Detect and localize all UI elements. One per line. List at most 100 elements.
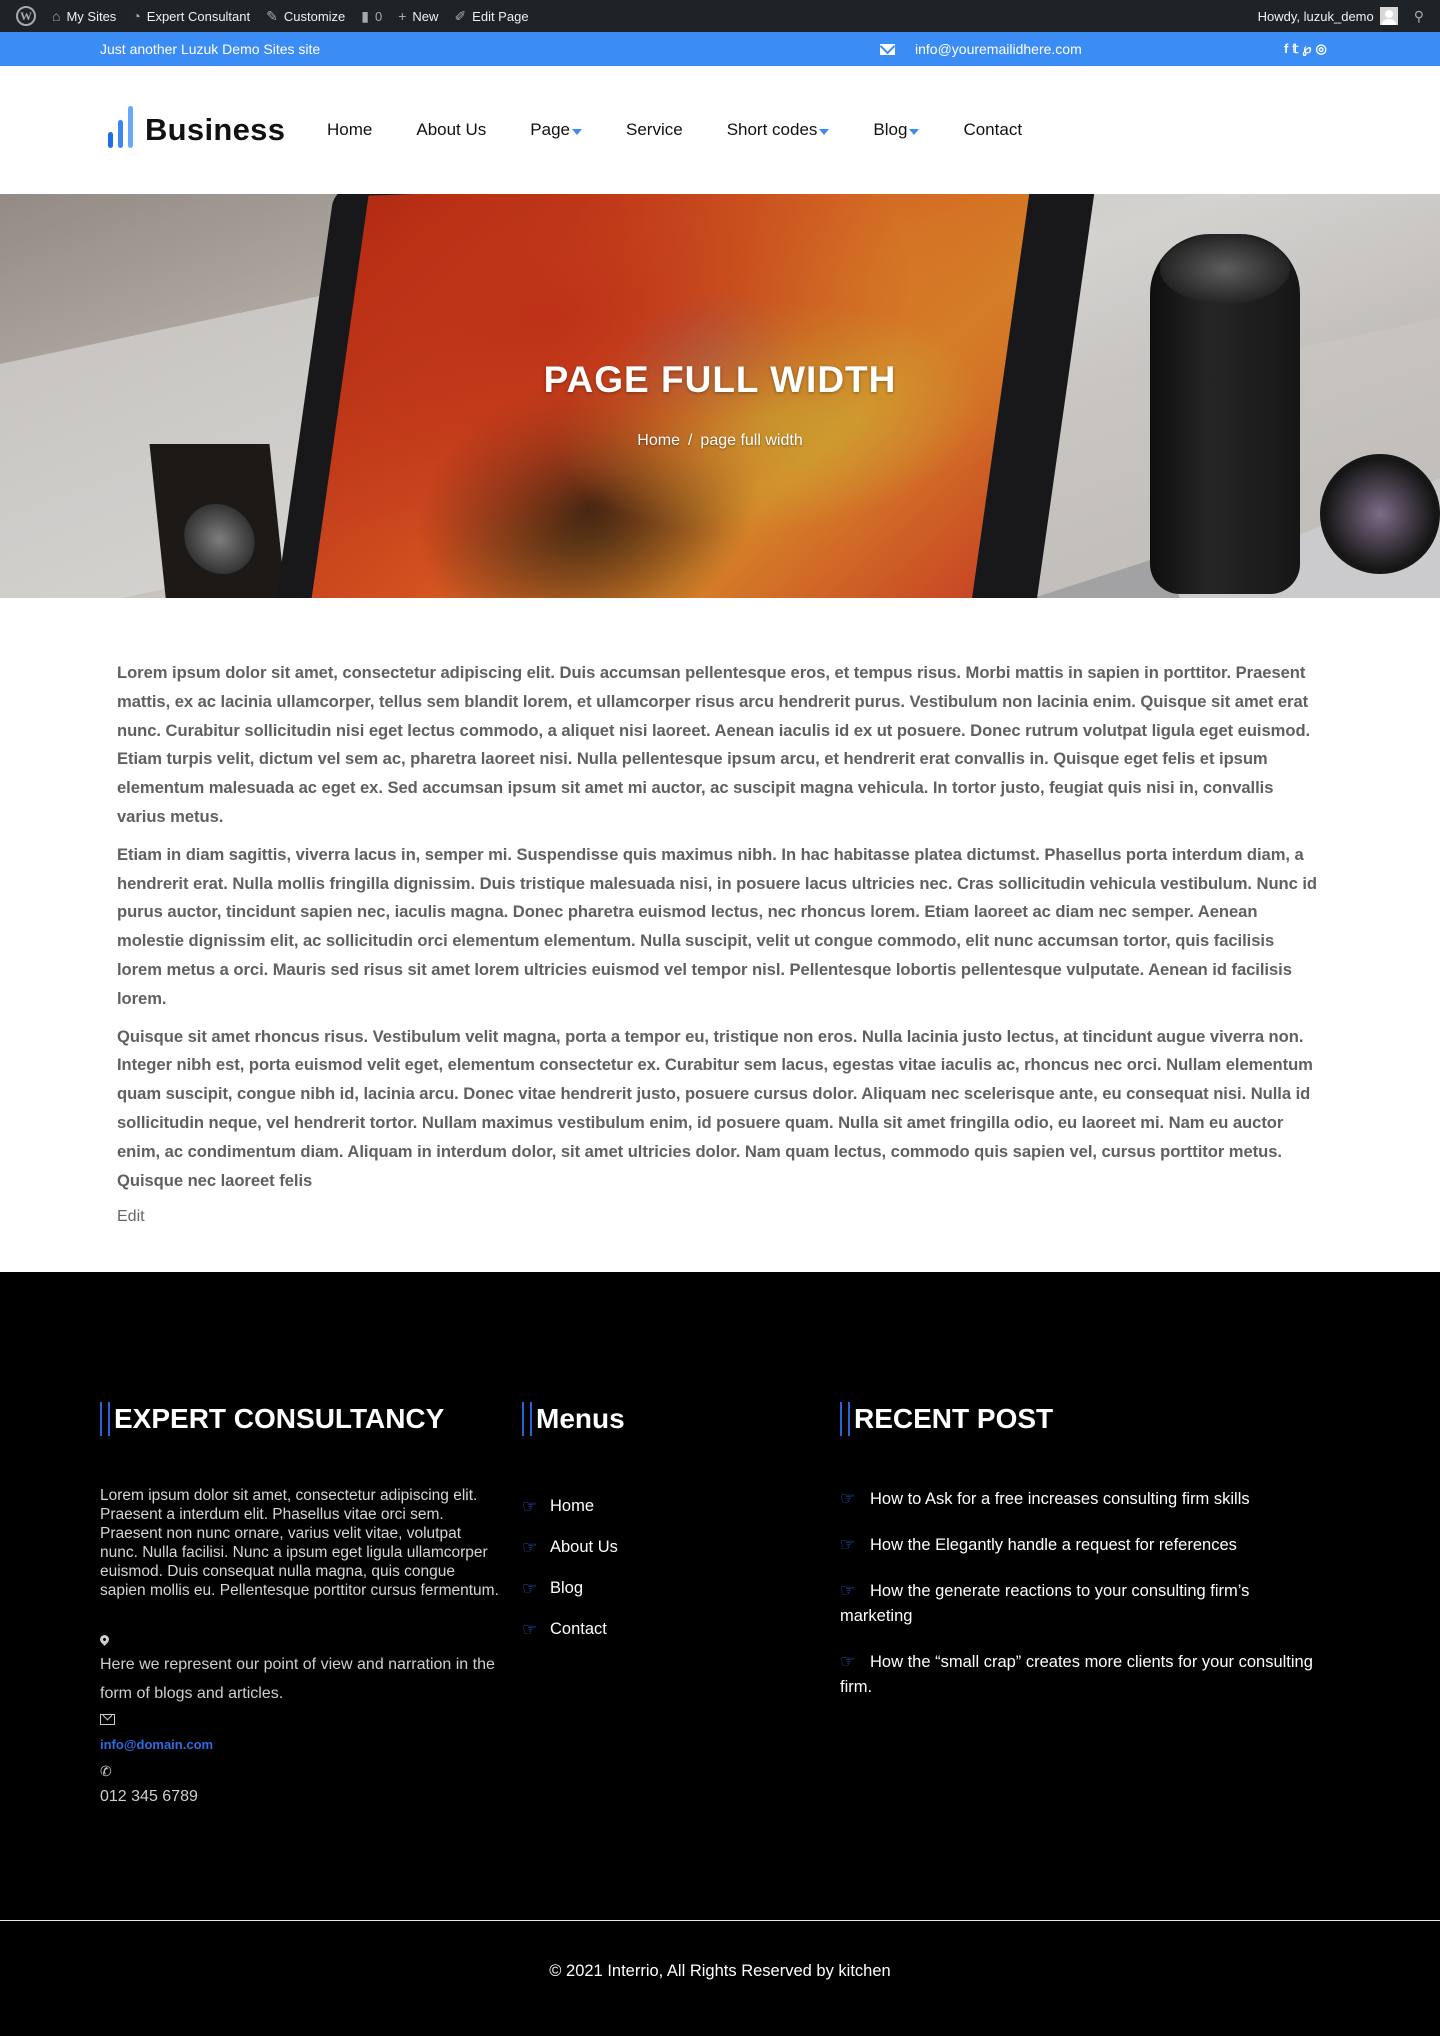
map-marker-icon (98, 1632, 111, 1646)
logo-text: Business (145, 112, 286, 147)
footer-about-text: Lorem ipsum dolor sit amet, consectetur … (100, 1487, 499, 1600)
recent-post-title: How to Ask for a free increases consulti… (870, 1490, 1250, 1509)
footer-menu-contact[interactable]: ☞ Contact (522, 1609, 822, 1650)
location-row (98, 1628, 500, 1650)
footer-menus-title: Menus (522, 1402, 822, 1437)
thumbs-up-icon: ☞ (522, 1496, 538, 1516)
footer-menu-blog[interactable]: ☞ Blog (522, 1568, 822, 1609)
phone-row: ✆ (100, 1760, 500, 1782)
content-paragraph: Etiam in diam sagittis, viverra lacus in… (117, 844, 1318, 1008)
admin-account[interactable]: Howdy, luzuk_demo (1250, 0, 1406, 32)
page-content: Lorem ipsum dolor sit amet, consectetur … (0, 598, 1440, 1256)
footer-divider (0, 1920, 1440, 1922)
wordpress-logo-icon: W (16, 6, 36, 26)
caret-down-icon (909, 128, 920, 135)
content-paragraph: Quisque sit amet rhoncus risus. Vestibul… (117, 1026, 1313, 1190)
topbar-email-text: info@youremailidhere.com (915, 41, 1082, 57)
admin-item-label: New (412, 8, 439, 24)
admin-item-label: Customize (283, 8, 346, 24)
edit-link[interactable]: Edit (117, 1208, 145, 1226)
page-title: PAGE FULL WIDTH (543, 359, 897, 400)
nav-label: Short codes (726, 120, 818, 139)
footer-phone: 012 345 6789 (100, 1788, 198, 1806)
copyright-text: © 2021 Interrio, All Rights Reserved by … (549, 1962, 891, 1981)
twitter-icon[interactable]: 𝕥 (1292, 41, 1298, 57)
admin-item-label: My Sites (66, 8, 117, 24)
admin-edit-page[interactable]: ✐ Edit Page (446, 0, 536, 32)
admin-comments[interactable]: ▮ 0 (353, 0, 390, 32)
page-hero-banner: PAGE FULL WIDTH Home / page full width (0, 194, 1440, 598)
footer-contact: Here we represent our point of view and … (98, 1628, 500, 1812)
admin-item-label: Edit Page (472, 8, 529, 24)
footer-recent-title: RECENT POST (840, 1402, 1320, 1437)
nav-page[interactable]: Page (530, 120, 582, 140)
recent-post-link[interactable]: ☞ How to Ask for a free increases consult… (840, 1486, 1320, 1512)
recent-post-title: How the “small crap” creates more client… (840, 1653, 1313, 1697)
dashboard-icon: ◔ (132, 8, 141, 24)
footer-about-column: EXPERT CONSULTANCY Lorem ipsum dolor sit… (98, 1402, 500, 1812)
envelope-icon (100, 1713, 115, 1725)
main-nav: Home About Us Page Service Short codes B… (327, 66, 1066, 194)
site-tagline: Just another Luzuk Demo Sites site (100, 41, 321, 57)
footer-menu-label: Contact (550, 1620, 607, 1639)
pinterest-icon[interactable]: ℘ (1302, 41, 1311, 57)
bar-chart-logo-icon (108, 106, 133, 148)
footer-menu-label: Home (550, 1497, 595, 1516)
nav-about-us[interactable]: About Us (416, 120, 486, 140)
plus-icon: + (398, 8, 407, 24)
nav-service[interactable]: Service (626, 120, 683, 140)
admin-customize[interactable]: ✎ Customize (258, 0, 353, 32)
footer-recent-posts-column: RECENT POST ☞ How to Ask for a free incre… (840, 1402, 1320, 1720)
site-logo[interactable]: Business (108, 106, 285, 148)
breadcrumb-home-link[interactable]: Home (637, 432, 680, 449)
search-icon: ⚲ (1413, 7, 1424, 24)
footer-menu-about-us[interactable]: ☞ About Us (522, 1527, 822, 1568)
footer-email-link[interactable]: info@domain.com (100, 1730, 500, 1760)
social-links: f 𝕥 ℘ ◎ (1284, 41, 1327, 57)
footer-address: Here we represent our point of view and … (100, 1656, 495, 1703)
comment-icon: ▮ (361, 7, 369, 24)
thumbs-up-icon: ☞ (522, 1537, 538, 1557)
breadcrumb-separator: / (687, 432, 693, 449)
greeting: Howdy, luzuk_demo (1257, 8, 1374, 24)
footer-about-title: EXPERT CONSULTANCY (100, 1402, 500, 1437)
nav-label: Contact (963, 120, 1023, 139)
recent-post-link[interactable]: ☞ How the Elegantly handle a request for … (840, 1532, 1320, 1558)
avatar (1379, 7, 1398, 25)
footer-menu-label: Blog (550, 1579, 584, 1598)
admin-search[interactable]: ⚲ (1406, 0, 1432, 32)
nav-label: Blog (873, 120, 908, 139)
admin-new[interactable]: + New (390, 0, 446, 32)
phone-icon: ✆ (100, 1762, 112, 1779)
admin-bar: W ⌂ My Sites ◔ Expert Consultant ✎ Custo… (0, 0, 1440, 32)
admin-site-name[interactable]: ◔ Expert Consultant (124, 0, 258, 32)
facebook-icon[interactable]: f (1284, 41, 1288, 57)
caret-down-icon (819, 128, 830, 135)
instagram-icon[interactable]: ◎ (1315, 41, 1326, 57)
site-header: Business Home About Us Page Service Shor… (0, 66, 1440, 194)
footer-menu-list: ☞ Home ☞ About Us ☞ Blog ☞ Contact (522, 1486, 822, 1650)
recent-post-title: How the Elegantly handle a request for r… (870, 1536, 1237, 1555)
recent-post-link[interactable]: ☞ How the generate reactions to your cons… (840, 1578, 1320, 1629)
admin-item-label: Expert Consultant (146, 8, 251, 24)
wordpress-menu[interactable]: W (8, 0, 44, 32)
caret-down-icon (572, 128, 582, 135)
recent-post-link[interactable]: ☞ How the “small crap” creates more clien… (840, 1649, 1320, 1700)
breadcrumb: Home / page full width (0, 432, 1440, 450)
content-paragraph: Lorem ipsum dolor sit amet, consectetur … (117, 663, 1311, 826)
nav-contact[interactable]: Contact (963, 120, 1022, 140)
topbar-email[interactable]: info@youremailidhere.com (880, 41, 1082, 57)
nav-short-codes[interactable]: Short codes (727, 120, 830, 140)
thumbs-up-icon: ☞ (840, 1652, 856, 1672)
recent-post-title: How the generate reactions to your consu… (840, 1582, 1250, 1626)
nav-blog[interactable]: Blog (873, 120, 920, 140)
footer-menu-label: About Us (550, 1538, 618, 1557)
footer-menu-home[interactable]: ☞ Home (522, 1486, 822, 1527)
comment-count: 0 (375, 8, 383, 24)
brush-icon: ✎ (266, 7, 278, 24)
breadcrumb-current: page full width (700, 432, 803, 449)
nav-home[interactable]: Home (327, 120, 372, 140)
thumbs-up-icon: ☞ (522, 1578, 538, 1598)
admin-my-sites[interactable]: ⌂ My Sites (44, 0, 124, 32)
pencil-icon: ✐ (454, 7, 467, 24)
